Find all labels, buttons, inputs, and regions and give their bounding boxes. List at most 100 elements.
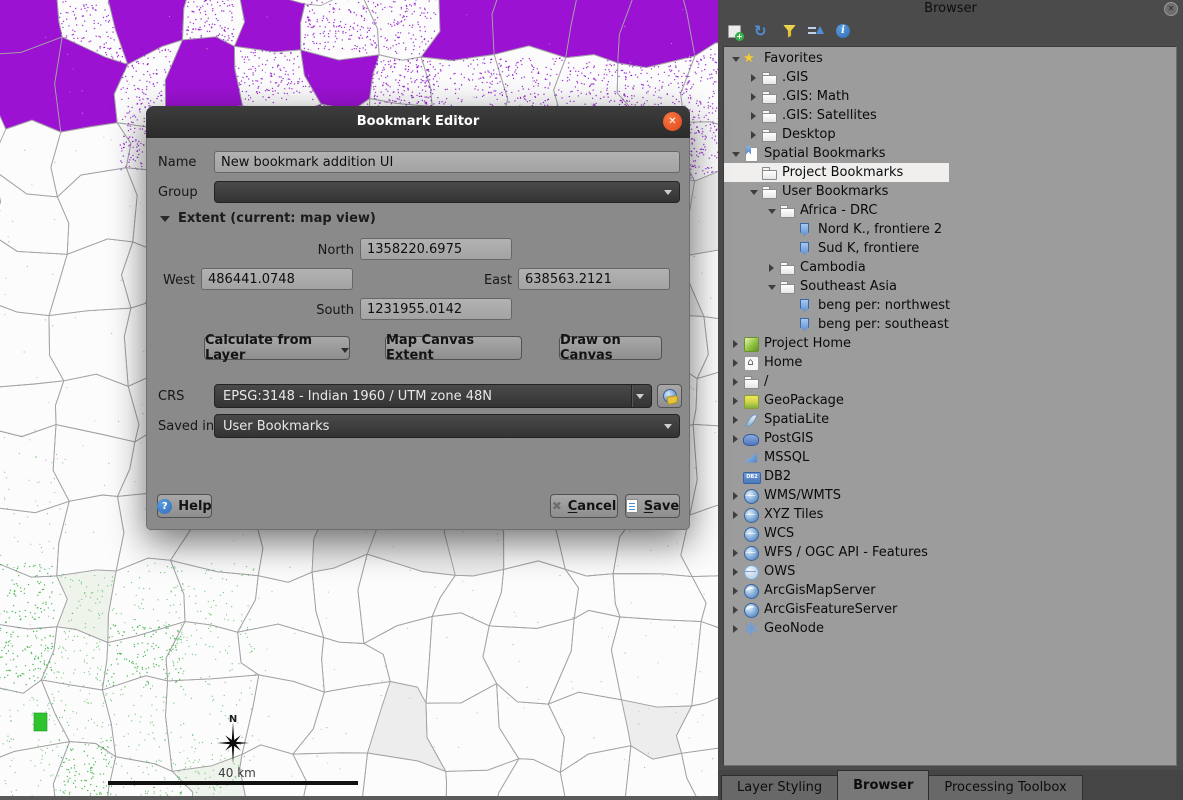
tree-item[interactable]: Project Bookmarks (724, 163, 1176, 182)
save-button[interactable]: Save (625, 494, 680, 518)
collapse-triangle-icon (160, 216, 170, 222)
tree-item[interactable]: Home (724, 353, 1176, 372)
help-button[interactable]: ? Help (157, 494, 212, 518)
expander-icon[interactable] (748, 182, 761, 201)
tree-item[interactable]: User Bookmarks (724, 182, 1176, 201)
tree-item-label: Cambodia (800, 260, 866, 275)
folder-icon (761, 70, 777, 86)
tree-item[interactable]: beng per: southeast (724, 315, 1176, 334)
tree-item[interactable]: PostGIS (724, 429, 1176, 448)
draw-on-canvas-button[interactable]: Draw on Canvas (559, 336, 662, 360)
tree-item[interactable]: .GIS (724, 68, 1176, 87)
tab-browser[interactable]: Browser (837, 770, 929, 800)
expander-icon[interactable] (766, 201, 779, 220)
tree-item[interactable]: DB2 (724, 467, 1176, 486)
tree-item[interactable]: SpatiaLite (724, 410, 1176, 429)
refresh-icon[interactable] (754, 23, 771, 40)
tree-item[interactable]: GeoNode (724, 619, 1176, 638)
expander-icon[interactable] (748, 125, 761, 144)
expander-icon[interactable] (730, 543, 743, 562)
expander-icon[interactable] (730, 353, 743, 372)
add-layer-icon[interactable] (727, 23, 744, 40)
south-input[interactable] (360, 298, 512, 320)
tree-item[interactable]: Africa - DRC (724, 201, 1176, 220)
properties-widget-icon[interactable] (835, 23, 852, 40)
expander-icon[interactable] (730, 334, 743, 353)
expander-icon[interactable] (766, 277, 779, 296)
west-input[interactable] (201, 268, 353, 290)
expander-icon[interactable] (730, 619, 743, 638)
name-input[interactable] (214, 151, 680, 173)
saved-in-combobox[interactable]: User Bookmarks (214, 414, 680, 438)
north-input[interactable] (360, 238, 512, 260)
folder-icon (761, 108, 777, 124)
select-crs-button[interactable] (657, 384, 682, 408)
dialog-titlebar[interactable]: Bookmark Editor ✕ (146, 106, 690, 138)
folder-icon (779, 260, 795, 276)
tree-item[interactable]: Southeast Asia (724, 277, 1176, 296)
expander-icon[interactable] (766, 258, 779, 277)
geopackage-icon (743, 393, 759, 409)
tree-item[interactable]: Favorites (724, 49, 1176, 68)
globe-icon (743, 526, 759, 542)
tree-item[interactable]: ArcGisFeatureServer (724, 600, 1176, 619)
tree-item[interactable]: Cambodia (724, 258, 1176, 277)
expander-spacer (784, 296, 797, 315)
bookmark-icon (797, 298, 813, 314)
tree-item[interactable]: Nord K., frontiere 2 (724, 220, 1176, 239)
expander-icon[interactable] (730, 505, 743, 524)
expander-icon[interactable] (730, 600, 743, 619)
expander-icon[interactable] (730, 49, 743, 68)
tree-item[interactable]: XYZ Tiles (724, 505, 1176, 524)
tree-item[interactable]: Project Home (724, 334, 1176, 353)
expander-icon[interactable] (730, 144, 743, 163)
extent-section-header[interactable]: Extent (current: map view) (160, 211, 376, 226)
tree-item[interactable]: ArcGisMapServer (724, 581, 1176, 600)
expander-icon[interactable] (730, 429, 743, 448)
cancel-button[interactable]: ✖ Cancel (550, 494, 618, 518)
tree-item[interactable]: OWS (724, 562, 1176, 581)
tree-item[interactable]: / (724, 372, 1176, 391)
expander-icon[interactable] (748, 106, 761, 125)
expander-icon[interactable] (730, 372, 743, 391)
tree-item-label: WCS (764, 526, 794, 541)
group-combobox[interactable] (214, 181, 680, 203)
tree-item-label: GeoNode (764, 621, 824, 636)
tree-item[interactable]: .GIS: Satellites (724, 106, 1176, 125)
filter-browser-icon[interactable] (781, 23, 798, 40)
expander-icon[interactable] (730, 581, 743, 600)
postgis-icon (743, 431, 759, 447)
expander-icon[interactable] (730, 410, 743, 429)
tree-item[interactable]: Sud K, frontiere (724, 239, 1176, 258)
tree-item[interactable]: Desktop (724, 125, 1176, 144)
scale-bar (108, 781, 358, 785)
map-canvas-extent-button[interactable]: Map Canvas Extent (385, 336, 522, 360)
expander-spacer (730, 467, 743, 486)
panel-close-icon[interactable]: ✕ (1164, 2, 1178, 16)
north-label: North (247, 242, 354, 259)
close-icon[interactable]: ✕ (663, 112, 682, 131)
tree-item[interactable]: MSSQL (724, 448, 1176, 467)
tree-item[interactable]: .GIS: Math (724, 87, 1176, 106)
expander-icon[interactable] (730, 562, 743, 581)
expander-icon[interactable] (730, 391, 743, 410)
tab-layer-styling[interactable]: Layer Styling (721, 775, 838, 800)
browser-tree[interactable]: Favorites.GIS.GIS: Math.GIS: SatellitesD… (723, 46, 1177, 766)
tree-item[interactable]: beng per: northwest (724, 296, 1176, 315)
tree-item[interactable]: WMS/WMTS (724, 486, 1176, 505)
tree-item[interactable]: Spatial Bookmarks (724, 144, 1176, 163)
calculate-from-layer-button[interactable]: Calculate from Layer (204, 336, 350, 360)
tree-item[interactable]: WFS / OGC API - Features (724, 543, 1176, 562)
tab-processing-toolbox[interactable]: Processing Toolbox (928, 775, 1082, 800)
expander-icon[interactable] (748, 87, 761, 106)
collapse-all-icon[interactable] (808, 23, 825, 40)
tree-item-label: Southeast Asia (800, 279, 897, 294)
tree-item-label: Project Home (764, 336, 851, 351)
expander-icon[interactable] (730, 486, 743, 505)
east-input[interactable] (518, 268, 670, 290)
crs-combobox[interactable]: EPSG:3148 - Indian 1960 / UTM zone 48N (214, 384, 652, 408)
scale-bar-label: 40 km (218, 766, 256, 780)
tree-item[interactable]: GeoPackage (724, 391, 1176, 410)
expander-icon[interactable] (748, 68, 761, 87)
tree-item[interactable]: WCS (724, 524, 1176, 543)
